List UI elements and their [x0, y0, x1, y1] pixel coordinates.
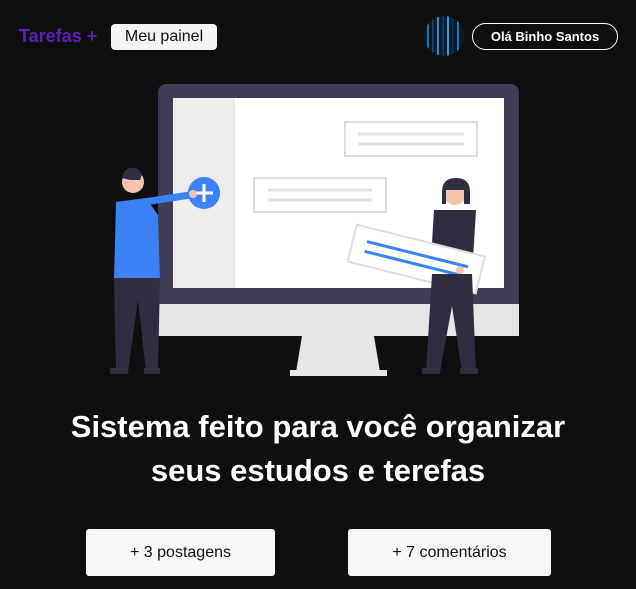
- hero-headline: Sistema feito para você organizar seus e…: [0, 405, 636, 493]
- posts-count-button[interactable]: + 3 postagens: [86, 529, 275, 576]
- brand-logo[interactable]: Tarefas +: [19, 26, 97, 47]
- headline-line-2: seus estudos e terefas: [150, 453, 486, 488]
- user-avatar-icon[interactable]: [424, 16, 464, 56]
- user-greeting-button[interactable]: Olá Binho Santos: [472, 23, 618, 50]
- my-panel-button[interactable]: Meu painel: [111, 24, 217, 50]
- header: Tarefas + Meu painel Olá Binho Santos: [0, 0, 636, 75]
- headline-line-1: Sistema feito para você organizar: [70, 409, 566, 444]
- comments-count-button[interactable]: + 7 comentários: [348, 529, 551, 576]
- hero-illustration: [100, 80, 540, 380]
